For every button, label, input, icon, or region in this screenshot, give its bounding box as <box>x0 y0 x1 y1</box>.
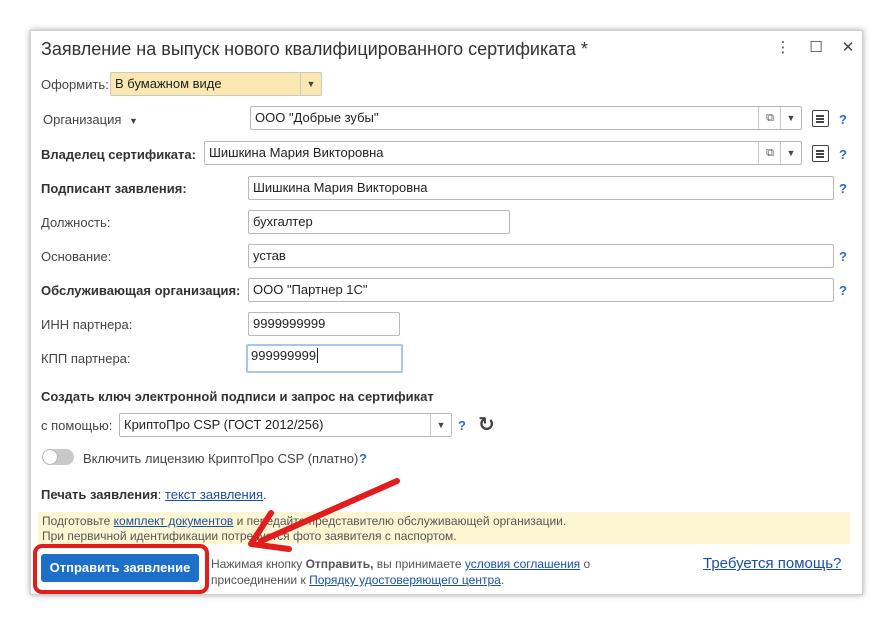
chevron-down-icon[interactable]: ▼ <box>430 414 451 436</box>
application-dialog: Заявление на выпуск нового квалифицирова… <box>30 30 863 595</box>
help-icon[interactable]: ? <box>458 418 466 433</box>
owner-label: Владелец сертификата: <box>41 147 196 162</box>
chevron-down-icon[interactable]: ▼ <box>300 73 321 95</box>
maximize-icon[interactable]: ☐ <box>807 39 825 57</box>
inn-label: ИНН партнера: <box>41 317 133 332</box>
position-label: Должность: <box>41 215 111 230</box>
basis-input[interactable]: устав <box>248 244 834 268</box>
more-menu-icon[interactable]: ⋮ <box>774 39 792 57</box>
text-cursor <box>317 348 319 363</box>
chevron-down-icon[interactable]: ▼ <box>780 107 801 129</box>
agreement-text: Нажимая кнопку Отправить, вы принимаете … <box>211 557 591 587</box>
print-link[interactable]: текст заявления <box>165 487 263 502</box>
inn-input[interactable]: 9999999999 <box>248 312 400 336</box>
format-value: В бумажном виде <box>115 76 222 91</box>
kpp-input[interactable]: 999999999 <box>246 344 403 373</box>
format-select[interactable]: В бумажном виде ▼ <box>110 72 322 96</box>
agreement-terms-link[interactable]: условия соглашения <box>465 557 580 571</box>
help-icon[interactable]: ? <box>839 112 847 127</box>
organization-label[interactable]: Организация ▼ <box>43 112 138 127</box>
service-org-label: Обслуживающая организация: <box>41 283 241 298</box>
document-list-icon[interactable] <box>812 110 829 127</box>
owner-value: Шишкина Мария Викторовна <box>209 145 384 160</box>
document-list-icon[interactable] <box>812 145 829 162</box>
documents-link[interactable]: комплект документов <box>114 514 234 528</box>
provider-value: КриптоПро CSP (ГОСТ 2012/256) <box>124 417 324 432</box>
kpp-label: КПП партнера: <box>41 351 131 366</box>
organization-field[interactable]: ООО "Добрые зубы" ⧉ ▼ <box>250 106 802 130</box>
organization-value: ООО "Добрые зубы" <box>255 110 379 125</box>
signer-input[interactable]: Шишкина Мария Викторовна <box>248 176 834 200</box>
license-toggle[interactable] <box>42 449 74 465</box>
close-icon[interactable]: ✕ <box>839 39 857 57</box>
print-row: Печать заявления: текст заявления. <box>41 487 267 502</box>
position-input[interactable]: бухгалтер <box>248 210 510 234</box>
signer-value: Шишкина Мария Викторовна <box>253 180 428 195</box>
chevron-down-icon[interactable]: ▼ <box>780 142 801 164</box>
kpp-value: 999999999 <box>251 348 317 363</box>
dialog-title: Заявление на выпуск нового квалифицирова… <box>41 39 588 59</box>
license-toggle-label: Включить лицензию КриптоПро CSP (платно) <box>83 451 359 466</box>
format-label: Оформить: <box>41 77 109 92</box>
service-org-input[interactable]: ООО "Партнер 1С" <box>248 278 834 302</box>
basis-value: устав <box>253 248 286 263</box>
notice-line-2: При первичной идентификации потребуется … <box>42 529 457 543</box>
help-icon[interactable]: ? <box>839 147 847 162</box>
help-icon[interactable]: ? <box>839 181 847 196</box>
print-dot: . <box>263 487 267 502</box>
inn-value: 9999999999 <box>253 316 326 331</box>
provider-select[interactable]: КриптоПро CSP (ГОСТ 2012/256) ▼ <box>119 413 452 437</box>
help-icon[interactable]: ? <box>359 451 367 466</box>
notice-panel: Подготовьте комплект документов и переда… <box>38 512 850 544</box>
highlight-frame <box>33 544 209 594</box>
service-org-value: ООО "Партнер 1С" <box>253 282 368 297</box>
help-icon[interactable]: ? <box>839 283 847 298</box>
position-value: бухгалтер <box>253 214 313 229</box>
refresh-icon[interactable]: ↻ <box>478 412 495 437</box>
provider-label: с помощью: <box>41 418 113 433</box>
print-colon: : <box>157 487 162 502</box>
need-help-link[interactable]: Требуется помощь? <box>703 555 841 572</box>
owner-field[interactable]: Шишкина Мария Викторовна ⧉ ▼ <box>204 141 802 165</box>
signer-label: Подписант заявления: <box>41 181 187 196</box>
dropdown-caret-icon[interactable]: ▼ <box>129 116 138 126</box>
ca-procedure-link[interactable]: Порядку удостоверяющего центра <box>309 573 501 587</box>
open-icon[interactable]: ⧉ <box>758 107 781 129</box>
basis-label: Основание: <box>41 249 112 264</box>
notice-line-1: Подготовьте комплект документов и переда… <box>42 514 567 528</box>
help-icon[interactable]: ? <box>839 249 847 264</box>
key-section-title: Создать ключ электронной подписи и запро… <box>41 389 434 404</box>
print-label: Печать заявления <box>41 487 158 502</box>
open-icon[interactable]: ⧉ <box>758 142 781 164</box>
